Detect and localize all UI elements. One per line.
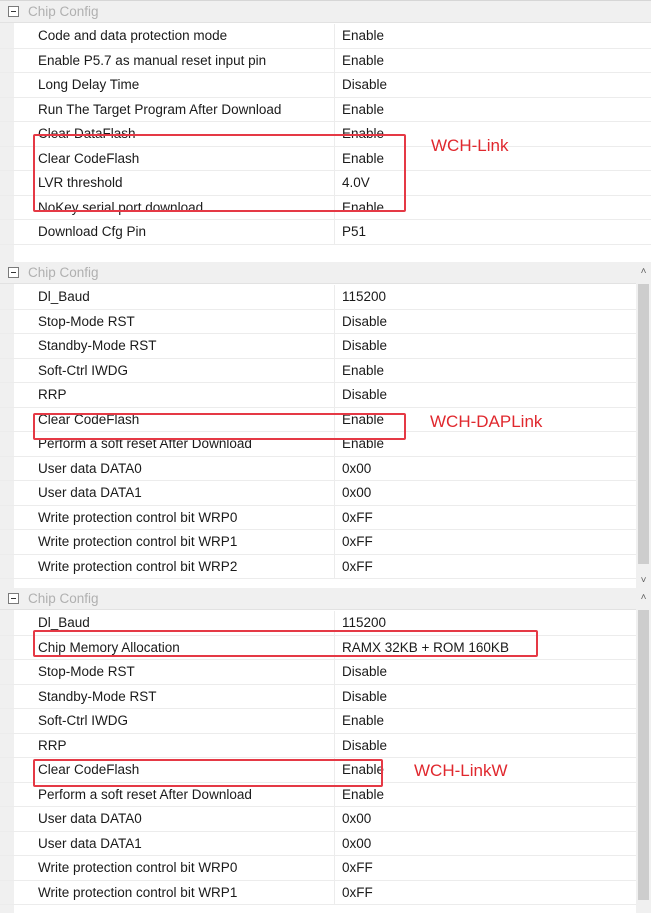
property-value[interactable]: Disable	[342, 387, 387, 402]
property-value[interactable]: Enable	[342, 713, 384, 728]
property-name: Soft-Ctrl IWDG	[38, 362, 128, 378]
property-row[interactable]: User data DATA1 0x00	[0, 831, 651, 856]
property-row[interactable]: Soft-Ctrl IWDG Enable	[0, 709, 651, 734]
property-value[interactable]: Enable	[342, 28, 384, 43]
highlight-box	[33, 413, 406, 440]
property-row[interactable]: User data DATA0 0x00	[0, 456, 651, 481]
scrollbar-thumb[interactable]	[638, 284, 649, 564]
chip-config-category-header[interactable]: Chip Config	[0, 262, 651, 284]
property-row[interactable]: Stop-Mode RST Disable	[0, 660, 651, 685]
property-row[interactable]: User data DATA0 0x00	[0, 807, 651, 832]
property-row[interactable]: Soft-Ctrl IWDG Enable	[0, 358, 651, 383]
property-name: Write protection control bit WRP1	[38, 534, 238, 549]
property-value[interactable]: P51	[342, 224, 366, 239]
wch-link-annotation: WCH-Link	[431, 136, 509, 155]
property-value[interactable]: Disable	[342, 738, 387, 753]
property-name: Dl_Baud	[38, 289, 90, 304]
property-value[interactable]: 0xFF	[342, 885, 373, 900]
category-title: Chip Config	[28, 265, 99, 280]
property-name: Code and data protection mode	[38, 28, 228, 43]
property-value[interactable]: Disable	[342, 338, 387, 353]
scrollbar-thumb[interactable]	[638, 610, 649, 900]
property-value[interactable]: Enable	[342, 102, 384, 117]
highlight-box	[33, 134, 406, 212]
vertical-scrollbar[interactable]: ˄ ˅	[636, 262, 651, 588]
property-row[interactable]: Stop-Mode RST Disable	[0, 309, 651, 334]
property-value[interactable]: 0xFF	[342, 534, 373, 549]
property-row[interactable]: Download Cfg Pin P51	[0, 220, 651, 245]
vertical-scrollbar[interactable]: ˄	[636, 588, 651, 913]
property-row[interactable]: Standby-Mode RST Disable	[0, 684, 651, 709]
property-name: User data DATA0	[38, 460, 142, 476]
collapse-minus-icon[interactable]	[8, 593, 19, 604]
property-row[interactable]: Write protection control bit WRP0 0xFF	[0, 856, 651, 881]
property-value[interactable]: Enable	[342, 787, 384, 802]
property-row[interactable]: Run The Target Program After Download Ena…	[0, 97, 651, 122]
property-name: User data DATA1	[38, 835, 142, 851]
highlight-box	[33, 759, 383, 787]
property-name: Write protection control bit WRP0	[38, 509, 238, 525]
property-row[interactable]: Write protection control bit WRP1 0xFF	[0, 530, 651, 555]
wch-linkw-annotation: WCH-LinkW	[414, 761, 508, 780]
property-value[interactable]: Disable	[342, 77, 387, 92]
property-value[interactable]: 0x00	[342, 811, 371, 826]
property-value[interactable]: 0xFF	[342, 510, 373, 525]
property-row[interactable]: Long Delay Time Disable	[0, 73, 651, 98]
property-row[interactable]: Write protection control bit WRP2 0xFF	[0, 554, 651, 579]
property-name: Enable P5.7 as manual reset input pin	[38, 52, 267, 68]
property-value[interactable]: Disable	[342, 689, 387, 704]
property-value[interactable]: 0x00	[342, 485, 371, 500]
property-name: Soft-Ctrl IWDG	[38, 713, 128, 728]
property-value[interactable]: 0x00	[342, 836, 371, 851]
property-name: User data DATA1	[38, 485, 142, 500]
chip-config-category-header[interactable]: Chip Config	[0, 588, 651, 610]
property-name: Run The Target Program After Download	[38, 101, 282, 117]
property-name: Write protection control bit WRP2	[38, 558, 238, 574]
collapse-minus-icon[interactable]	[8, 6, 19, 17]
collapse-minus-icon[interactable]	[8, 267, 19, 278]
chevron-up-icon[interactable]: ˄	[636, 590, 651, 605]
property-name: User data DATA0	[38, 811, 142, 826]
wch-link-property-grid: Chip Config Code and data protection mod…	[0, 0, 651, 262]
wch-daplink-property-grid: Chip Config Dl_Baud 115200 Stop-Mode RST D…	[0, 262, 651, 588]
property-row[interactable]: Write protection control bit WRP1 0xFF	[0, 880, 651, 905]
property-row[interactable]: Enable P5.7 as manual reset input pin Ena…	[0, 48, 651, 73]
property-name: Download Cfg Pin	[38, 224, 147, 239]
property-value[interactable]: 0x00	[342, 461, 371, 476]
property-name: Long Delay Time	[38, 77, 140, 92]
property-name: Stop-Mode RST	[38, 313, 135, 329]
property-name: RRP	[38, 387, 67, 402]
property-name: Stop-Mode RST	[38, 664, 135, 679]
chip-config-category-header[interactable]: Chip Config	[0, 1, 651, 23]
property-name: Dl_Baud	[38, 615, 90, 630]
property-row[interactable]: Write protection control bit WRP0 0xFF	[0, 505, 651, 530]
property-value[interactable]: 115200	[342, 289, 386, 304]
property-name: Perform a soft reset After Download	[38, 786, 252, 802]
property-value[interactable]: Enable	[342, 53, 384, 68]
category-title: Chip Config	[28, 4, 99, 19]
property-value[interactable]: 115200	[342, 615, 386, 630]
property-name: Write protection control bit WRP0	[38, 860, 238, 875]
property-row[interactable]: Dl_Baud 115200	[0, 285, 651, 310]
property-row[interactable]: Standby-Mode RST Disable	[0, 334, 651, 359]
property-value[interactable]: Enable	[342, 363, 384, 378]
property-row[interactable]: User data DATA1 0x00	[0, 481, 651, 506]
wch-linkw-property-grid: Chip Config Dl_Baud 115200 Chip Memory Al…	[0, 588, 651, 913]
property-value[interactable]: Disable	[342, 664, 387, 679]
chevron-down-icon[interactable]: ˅	[636, 573, 651, 588]
property-value[interactable]: 0xFF	[342, 559, 373, 574]
property-name: RRP	[38, 737, 67, 753]
property-name: Write protection control bit WRP1	[38, 884, 238, 900]
wch-daplink-annotation: WCH-DAPLink	[430, 412, 543, 431]
chevron-up-icon[interactable]: ˄	[636, 264, 651, 279]
category-title: Chip Config	[28, 591, 99, 606]
property-row[interactable]: RRP Disable	[0, 383, 651, 408]
property-name: Standby-Mode RST	[38, 338, 157, 353]
property-value[interactable]: 0xFF	[342, 860, 373, 875]
highlight-box	[33, 630, 538, 657]
property-value[interactable]: Disable	[342, 314, 387, 329]
property-name: Standby-Mode RST	[38, 688, 157, 704]
property-row[interactable]: RRP Disable	[0, 733, 651, 758]
property-row[interactable]: Code and data protection mode Enable	[0, 24, 651, 49]
